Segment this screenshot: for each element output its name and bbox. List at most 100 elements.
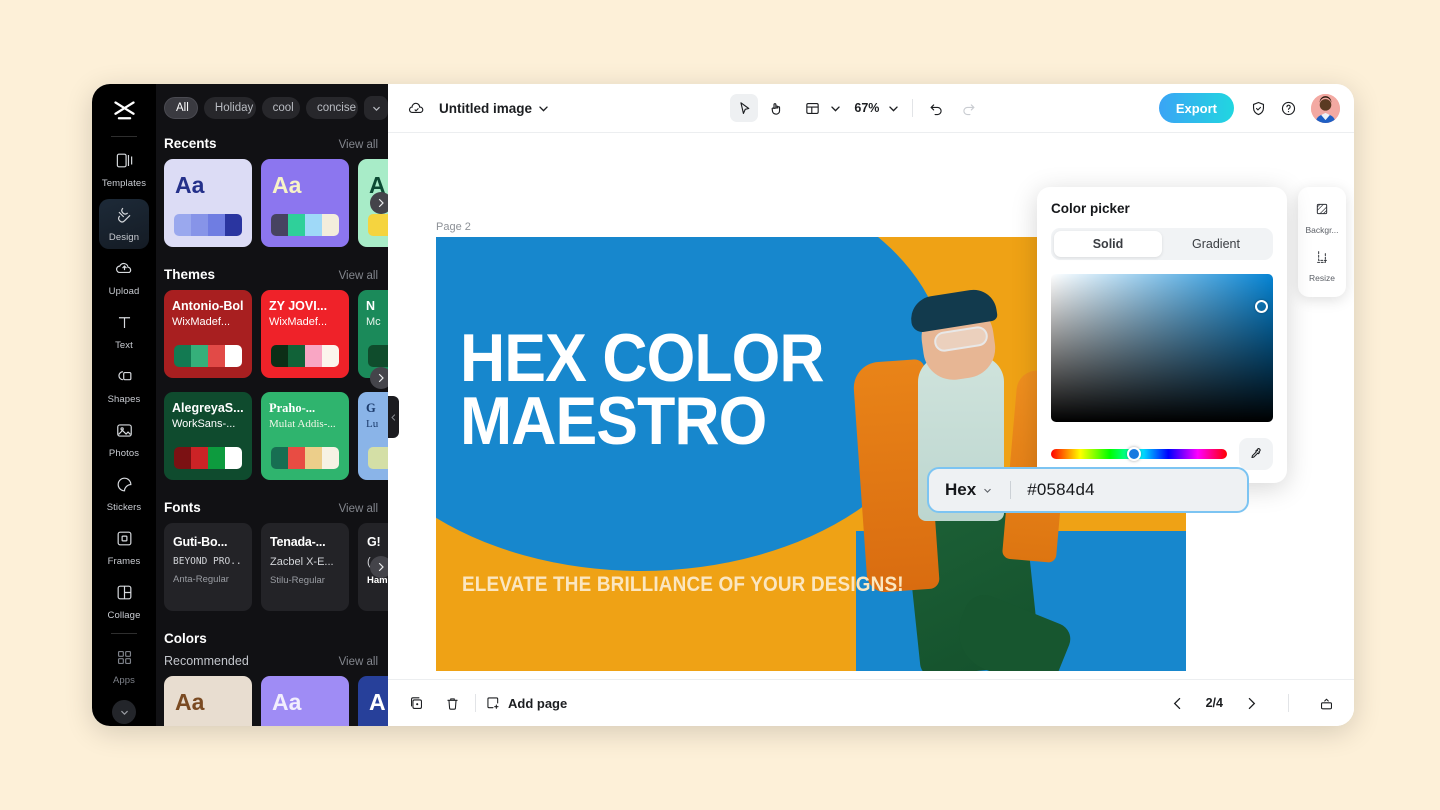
resize-tool-button[interactable]: Resize [1298, 242, 1346, 290]
sidebar-label: Text [115, 340, 133, 351]
sidebar-item-shapes[interactable]: Shapes [99, 361, 149, 411]
panel-collapse-handle[interactable] [388, 396, 399, 438]
view-all-themes[interactable]: View all [339, 270, 378, 282]
card-aa-text: A [369, 689, 386, 715]
help-button[interactable] [1274, 94, 1302, 122]
sidebar-item-apps[interactable]: Apps [99, 642, 149, 692]
color-card[interactable]: Aa [261, 676, 349, 726]
present-button[interactable] [1312, 689, 1340, 717]
saturation-value-field[interactable] [1051, 274, 1273, 422]
sidebar-label: Frames [107, 556, 141, 567]
theme-card[interactable]: N Mc [358, 290, 388, 378]
fonts-next-button[interactable] [370, 556, 388, 578]
theme-card[interactable]: Antonio-Bold WixMadef... [164, 290, 252, 378]
sidebar-item-frames[interactable]: Frames [99, 523, 149, 573]
card-swatches [368, 214, 388, 236]
chip-cool[interactable]: cool [261, 97, 300, 119]
toolbar-divider [912, 99, 914, 117]
top-toolbar: Untitled image 67% Export [388, 84, 1354, 133]
shield-check-icon[interactable] [1244, 94, 1272, 122]
chip-concise[interactable]: concise [306, 97, 358, 119]
document-title[interactable]: Untitled image [439, 101, 532, 116]
frames-icon [115, 529, 134, 553]
sidebar-label: Stickers [106, 502, 142, 513]
add-page-button[interactable]: Add page [485, 695, 567, 711]
card-aa-text: Aa [272, 172, 302, 198]
artboard-subline[interactable]: ELEVATE THE BRILLIANCE OF YOUR DESIGNS! [462, 573, 904, 597]
user-avatar[interactable] [1311, 93, 1340, 123]
hue-row [1051, 438, 1273, 470]
themes-next-button[interactable] [370, 367, 388, 389]
chevron-down-icon [831, 105, 840, 112]
hue-slider[interactable] [1051, 447, 1227, 461]
shapes-icon [115, 367, 134, 391]
delete-page-button[interactable] [438, 689, 466, 717]
sidebar-item-photos[interactable]: Photos [99, 415, 149, 465]
tab-gradient[interactable]: Gradient [1162, 231, 1270, 257]
sidebar-label: Photos [108, 448, 140, 459]
hex-value-input[interactable]: #0584d4 [1027, 480, 1095, 500]
sidebar-item-design[interactable]: Design [99, 199, 149, 249]
capcut-logo[interactable] [107, 94, 141, 128]
theme-font-2: WorkSans-... [172, 418, 236, 431]
sidebar-item-stickers[interactable]: Stickers [99, 469, 149, 519]
chevron-down-icon [538, 105, 548, 112]
theme-font-1: N [366, 299, 376, 313]
chip-all[interactable]: All [164, 97, 198, 119]
sidebar-item-upload[interactable]: Upload [99, 253, 149, 303]
text-icon [115, 313, 134, 337]
theme-card[interactable]: G Lu [358, 392, 388, 480]
hex-mode-selector[interactable]: Hex [945, 480, 994, 500]
section-header-recents: Recents View all [164, 130, 388, 159]
theme-font-1: Praho-... [269, 401, 316, 415]
theme-card[interactable]: AlegreyaS... WorkSans-... [164, 392, 252, 480]
export-button[interactable]: Export [1158, 93, 1234, 123]
sidebar-item-text[interactable]: Text [99, 307, 149, 357]
present-icon [1320, 698, 1332, 709]
cursor-arrow-icon [740, 101, 750, 114]
recents-next-button[interactable] [370, 192, 388, 214]
font-card[interactable]: Guti-Bo... BEYOND PRO... Anta-Regular [164, 523, 252, 611]
chip-holiday[interactable]: Holiday [203, 97, 256, 119]
sidebar-item-collage[interactable]: Collage [99, 577, 149, 627]
view-all-colors[interactable]: View all [339, 656, 378, 668]
recents-card-row: Aa Aa A [164, 159, 388, 247]
select-tool-button[interactable] [730, 94, 759, 122]
artboard-headline[interactable]: HEX COLOR MAESTRO [460, 324, 825, 455]
theme-card[interactable]: Praho-... Mulat Addis-... [261, 392, 349, 480]
hand-tool-button[interactable] [762, 94, 790, 122]
zoom-dropdown-caret[interactable] [883, 94, 903, 122]
undo-button[interactable] [922, 94, 950, 122]
tab-solid[interactable]: Solid [1054, 231, 1162, 257]
recents-card[interactable]: Aa [261, 159, 349, 247]
cloud-save-icon[interactable] [402, 94, 430, 122]
hex-input-row[interactable]: Hex #0584d4 [927, 467, 1249, 513]
saturation-value-handle[interactable] [1255, 300, 1268, 313]
next-page-button[interactable] [1237, 689, 1265, 717]
chevron-down-icon [372, 106, 380, 111]
background-tool-button[interactable]: Backgr... [1298, 194, 1346, 242]
layout-dropdown-caret[interactable] [826, 94, 844, 122]
title-dropdown-caret[interactable] [532, 94, 554, 122]
eyedropper-button[interactable] [1239, 438, 1273, 470]
view-all-fonts[interactable]: View all [339, 503, 378, 515]
canvas-area[interactable]: Page 2 HEX COLOR MAESTRO ELEVATE THE BRI… [388, 133, 1354, 679]
duplicate-page-button[interactable] [402, 689, 430, 717]
hue-slider-handle[interactable] [1126, 447, 1141, 461]
theme-swatches [271, 345, 339, 367]
view-all-recents[interactable]: View all [339, 139, 378, 151]
prev-page-button[interactable] [1164, 689, 1192, 717]
zoom-level-value[interactable]: 67% [854, 101, 879, 115]
chip-more-button[interactable] [364, 96, 388, 120]
font-card[interactable]: Tenada-... Zacbel X-E... Stilu-Regular [261, 523, 349, 611]
layout-tool-button[interactable] [798, 94, 826, 122]
sidebar-item-templates[interactable]: Templates [99, 145, 149, 195]
rail-collapse-button[interactable] [112, 700, 136, 724]
recents-card[interactable]: Aa [164, 159, 252, 247]
theme-card[interactable]: ZY JOVI... WixMadef... [261, 290, 349, 378]
panel-scroll-body: Recents View all Aa Aa A Themes View all… [156, 130, 388, 726]
font-name-1: G! [367, 535, 381, 549]
color-card[interactable]: A [358, 676, 388, 726]
redo-button[interactable] [954, 94, 982, 122]
color-card[interactable]: Aa [164, 676, 252, 726]
